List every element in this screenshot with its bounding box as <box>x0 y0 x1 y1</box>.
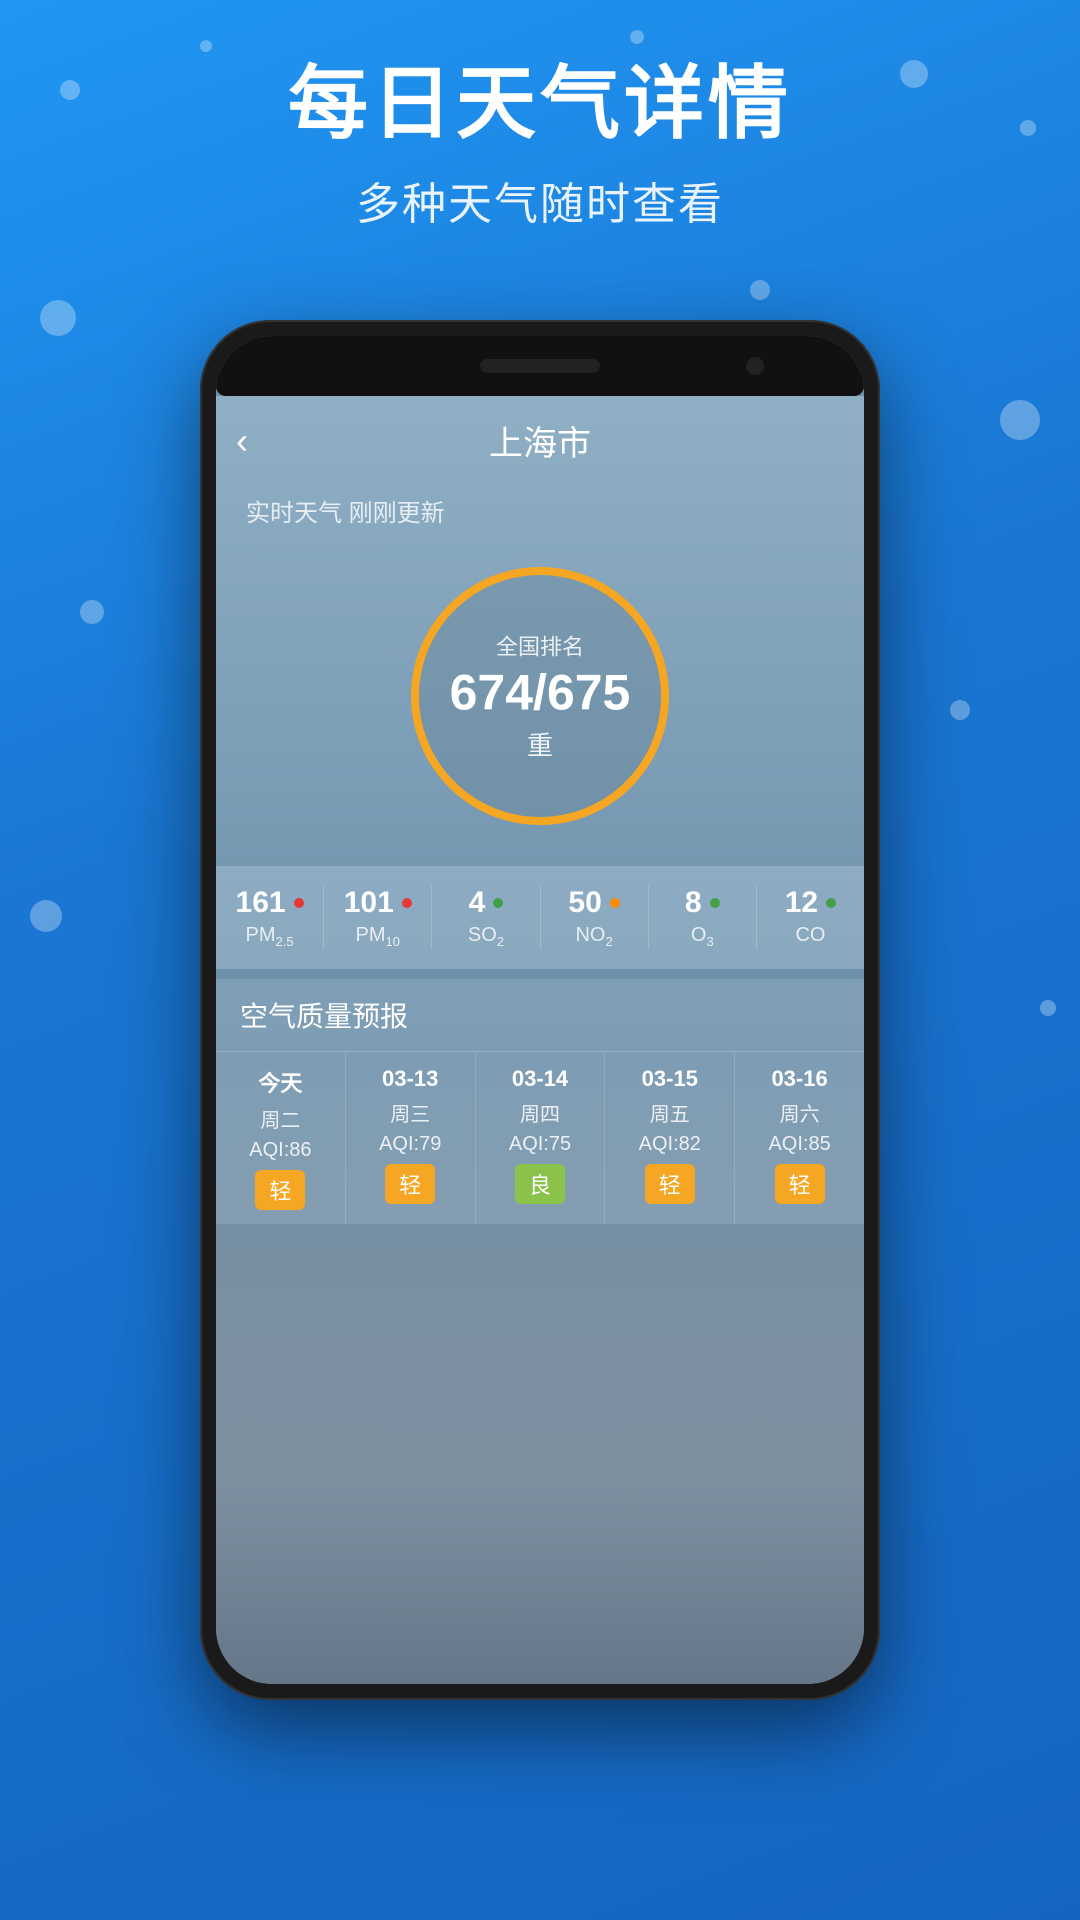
metric-dot <box>294 898 304 908</box>
phone-mockup: ‹ 上海市 实时天气 刚刚更新 全国排名 <box>200 320 880 1700</box>
app-bar: ‹ 上海市 <box>216 396 864 485</box>
screen-content: ‹ 上海市 实时天气 刚刚更新 全国排名 <box>216 396 864 1684</box>
metric-dot <box>610 898 620 908</box>
forecast-col: 03-16 周六 AQI:85 轻 <box>735 1052 864 1224</box>
metric-value: 161 <box>236 886 286 920</box>
metric-label: SO2 <box>468 924 504 949</box>
forecast-date: 03-14 <box>512 1066 568 1092</box>
metric-value: 8 <box>685 886 702 920</box>
forecast-row: 今天周二AQI:86轻03-13周三AQI:79轻03-14周四AQI:75良0… <box>216 1052 864 1224</box>
phone-outer: ‹ 上海市 实时天气 刚刚更新 全国排名 <box>200 320 880 1700</box>
metric-value: 101 <box>344 886 394 920</box>
metric-label: PM10 <box>356 924 400 949</box>
forecast-day: 周四 <box>520 1098 560 1127</box>
forecast-aqi: AQI:85 <box>768 1133 830 1156</box>
forecast-col: 03-14 周四 AQI:75 良 <box>476 1052 606 1224</box>
aqi-level-label: 重 <box>450 726 631 763</box>
city-title: 上海市 <box>489 416 591 465</box>
sub-title: 多种天气随时查看 <box>0 168 1080 232</box>
forecast-badge: 轻 <box>255 1170 305 1210</box>
back-button[interactable]: ‹ <box>236 420 248 462</box>
metric-dot <box>402 898 412 908</box>
forecast-aqi: AQI:75 <box>509 1133 571 1156</box>
forecast-aqi: AQI:86 <box>249 1139 311 1162</box>
forecast-date: 今天 <box>258 1066 302 1098</box>
forecast-date: 03-13 <box>382 1066 438 1092</box>
forecast-table: 今天周二AQI:86轻03-13周三AQI:79轻03-14周四AQI:75良0… <box>216 1052 864 1224</box>
metric-label: NO2 <box>575 924 612 949</box>
metric-value-row: 12 <box>785 886 836 920</box>
metric-item: 101 PM10 <box>324 886 432 949</box>
metric-value: 4 <box>469 886 486 920</box>
metrics-row: 161PM2.5101PM104SO250NO28O312CO <box>216 866 864 969</box>
phone-inner: ‹ 上海市 实时天气 刚刚更新 全国排名 <box>216 336 864 1684</box>
aqi-circle-text: 全国排名 674/675 重 <box>450 630 631 763</box>
metric-label: PM2.5 <box>246 924 294 949</box>
forecast-day: 周三 <box>390 1098 430 1127</box>
metric-label: CO <box>795 924 825 947</box>
metric-item: 50NO2 <box>541 886 649 949</box>
status-bar: 实时天气 刚刚更新 <box>216 485 864 536</box>
metric-item: 12 CO <box>757 886 864 949</box>
speaker <box>480 359 600 373</box>
forecast-section: 空气质量预报 今天周二 AQI:86 轻 03-13 周三 AQI:79 轻 03-14 周四 A… <box>216 979 864 1224</box>
forecast-day: 周六 <box>780 1098 820 1127</box>
metric-value-row: 50 <box>568 886 619 920</box>
aqi-rank-label: 全国排名 <box>450 630 631 662</box>
forecast-badge: 轻 <box>645 1164 695 1204</box>
metric-item: 8O3 <box>649 886 757 949</box>
forecast-badge: 良 <box>515 1164 565 1204</box>
metric-item: 4SO2 <box>432 886 540 949</box>
forecast-day: 周五 <box>650 1098 690 1127</box>
metric-value: 50 <box>568 886 601 920</box>
forecast-aqi: AQI:79 <box>379 1133 441 1156</box>
metric-item: 161 PM2.5 <box>216 886 324 949</box>
metric-dot <box>826 898 836 908</box>
metric-label: O3 <box>691 924 714 949</box>
header-section: 每日天气详情 多种天气随时查看 <box>0 60 1080 232</box>
camera <box>746 357 764 375</box>
forecast-day: 周二 <box>260 1104 300 1133</box>
forecast-date: 03-16 <box>771 1066 827 1092</box>
forecast-badge: 轻 <box>385 1164 435 1204</box>
forecast-title: 空气质量预报 <box>216 979 864 1052</box>
metric-value: 12 <box>785 886 818 920</box>
aqi-circle-wrapper: 全国排名 674/675 重 <box>400 556 680 836</box>
metric-dot <box>493 898 503 908</box>
forecast-aqi: AQI:82 <box>639 1133 701 1156</box>
metric-value-row: 161 <box>236 886 304 920</box>
bottom-decoration <box>216 1484 864 1684</box>
forecast-col: 今天周二 AQI:86 轻 <box>216 1052 346 1224</box>
metric-dot <box>710 898 720 908</box>
metric-value-row: 8 <box>685 886 720 920</box>
aqi-rank-value: 674/675 <box>450 668 631 718</box>
metric-value-row: 4 <box>469 886 504 920</box>
forecast-col: 03-13 周三 AQI:79 轻 <box>346 1052 476 1224</box>
phone-notch <box>216 336 864 396</box>
metric-value-row: 101 <box>344 886 412 920</box>
forecast-badge: 轻 <box>775 1164 825 1204</box>
forecast-date: 03-15 <box>642 1066 698 1092</box>
forecast-col: 03-15 周五 AQI:82 轻 <box>605 1052 735 1224</box>
aqi-circle-container: 全国排名 674/675 重 <box>216 556 864 836</box>
main-title: 每日天气详情 <box>0 60 1080 148</box>
status-text: 实时天气 刚刚更新 <box>246 500 445 527</box>
